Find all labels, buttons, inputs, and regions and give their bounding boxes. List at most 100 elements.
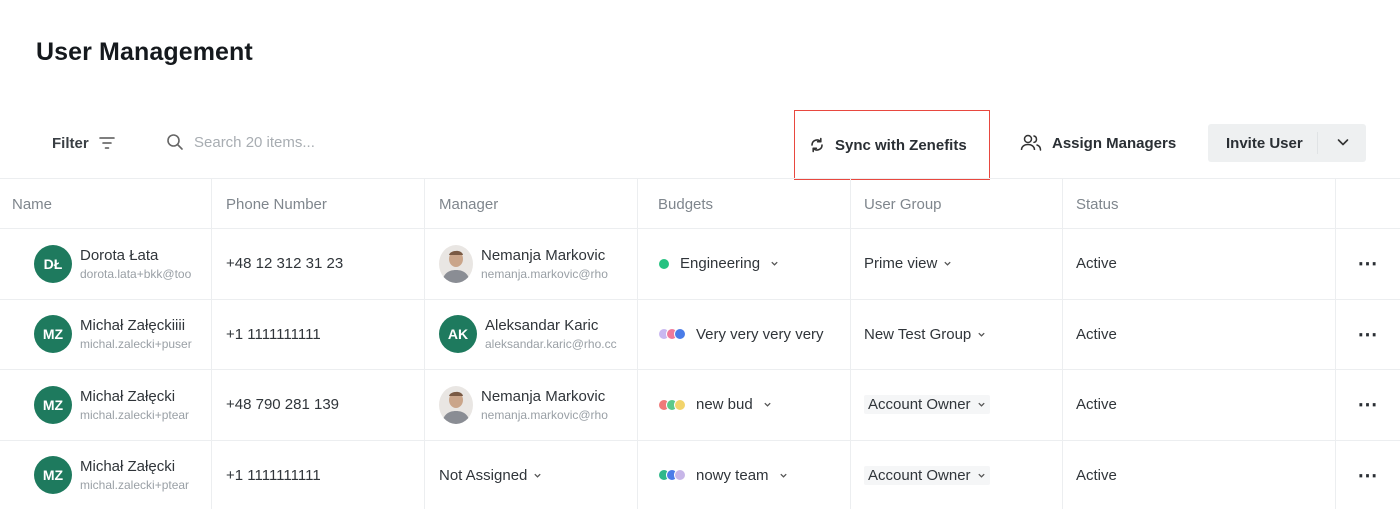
column-name[interactable]: Name (0, 179, 212, 229)
page-title: User Management (36, 38, 253, 66)
table-row[interactable]: MZ Michał Załęcki michal.zalecki+ptear +… (0, 440, 1400, 509)
chevron-down-icon[interactable] (1336, 135, 1350, 149)
column-manager[interactable]: Manager (425, 179, 638, 229)
status-text: Active (1076, 325, 1117, 343)
sync-with-zenefits-button[interactable]: Sync with Zenefits (794, 110, 990, 180)
chevron-down-icon (779, 473, 787, 478)
manager-email: nemanja.markovic@rho (481, 407, 608, 422)
chevron-down-icon (977, 402, 985, 407)
chevron-down-icon (764, 402, 771, 407)
filter-button[interactable]: Filter (52, 130, 115, 156)
sync-icon (811, 137, 823, 153)
name-cell: MZ Michał Załęcki michal.zalecki+ptear (0, 440, 212, 509)
budget-dropdown[interactable]: new bud (658, 396, 772, 413)
manager-cell[interactable]: Nemanja Markovic nemanja.markovic@rho (425, 370, 638, 440)
budget-cell[interactable]: nowy team (638, 440, 851, 509)
manager-name: Nemanja Markovic (481, 246, 606, 264)
table-header: Name Phone Number Manager Budgets User G… (0, 179, 1400, 229)
budget-color-dots (658, 257, 670, 270)
budget-label: Very very very very (696, 325, 824, 343)
actions-cell: ⋯ (1336, 300, 1400, 370)
budget-cell[interactable]: Very very very very (638, 299, 851, 369)
user-name: Michał Załęckiiii (80, 317, 186, 335)
phone-number: +48 790 281 139 (226, 396, 340, 414)
user-info: Michał Załęcki michal.zalecki+ptear (80, 457, 189, 493)
phone-number: +1 1111111111 (226, 466, 321, 484)
invite-user-button[interactable]: Invite User (1208, 124, 1366, 162)
more-icon[interactable]: ⋯ (1358, 392, 1379, 417)
more-icon[interactable]: ⋯ (1358, 322, 1379, 347)
phone-cell: +48 790 281 139 (212, 370, 425, 440)
manager-label: Not Assigned (439, 466, 528, 484)
manager-photo (439, 385, 473, 424)
name-cell: MZ Michał Załęcki michal.zalecki+ptear (0, 370, 212, 440)
user-name: Michał Załęcki (80, 458, 176, 476)
phone-number: +1 1111111111 (226, 325, 321, 343)
budget-color-dots (658, 328, 686, 341)
manager-name: Aleksandar Karic (485, 317, 599, 335)
status-cell: Active (1063, 299, 1336, 369)
manager-dropdown[interactable]: Not Assigned (439, 467, 542, 484)
budget-dropdown[interactable]: Very very very very (658, 326, 824, 343)
user-group-label: Prime view (864, 255, 938, 273)
column-budgets[interactable]: Budgets (638, 179, 851, 229)
actions-cell: ⋯ (1336, 229, 1400, 299)
user-group-cell[interactable]: New Test Group (851, 299, 1063, 369)
user-name: Michał Załęcki (80, 387, 176, 405)
user-group-dropdown[interactable]: Account Owner (864, 465, 990, 485)
chevron-down-icon (944, 261, 952, 266)
manager-cell[interactable]: Not Assigned (425, 440, 638, 509)
status-text: Active (1076, 255, 1117, 273)
chevron-down-icon (978, 332, 985, 337)
user-info: Michał Załęckiiii michal.zalecki+puser (80, 316, 192, 352)
phone-cell: +1 1111111111 (212, 299, 425, 369)
phone-cell: +1 1111111111 (212, 440, 425, 509)
user-email: michal.zalecki+ptear (80, 478, 190, 493)
user-email: dorota.lata+bkk@too (80, 266, 192, 281)
column-user-group[interactable]: User Group (851, 179, 1063, 229)
more-icon[interactable]: ⋯ (1358, 463, 1379, 488)
filter-label: Filter (52, 134, 89, 152)
column-actions (1336, 179, 1400, 229)
actions-cell: ⋯ (1336, 370, 1400, 440)
budget-dropdown[interactable]: nowy team (658, 467, 788, 484)
manager-name: Nemanja Markovic (481, 387, 606, 405)
avatar: MZ (34, 385, 72, 424)
user-email: michal.zalecki+puser (80, 337, 192, 352)
users-icon (1020, 134, 1042, 151)
column-status[interactable]: Status (1063, 179, 1336, 229)
user-info: Michał Załęcki michal.zalecki+ptear (80, 387, 189, 423)
status-cell: Active (1063, 440, 1336, 509)
table-row[interactable]: MZ Michał Załęckiiii michal.zalecki+puse… (0, 299, 1400, 370)
user-group-dropdown[interactable]: Prime view (864, 255, 952, 272)
user-group-cell[interactable]: Account Owner (851, 370, 1063, 440)
table-row[interactable]: DŁ Dorota Łata dorota.lata+bkk@too +48 1… (0, 229, 1400, 300)
budget-label: nowy team (696, 466, 769, 484)
avatar: MZ (34, 456, 72, 495)
manager-info: Nemanja Markovic nemanja.markovic@rho (481, 246, 608, 282)
assign-managers-button[interactable]: Assign Managers (1020, 130, 1176, 156)
manager-cell[interactable]: Nemanja Markovic nemanja.markovic@rho (425, 229, 638, 299)
avatar: DŁ (34, 244, 72, 283)
user-group-cell[interactable]: Account Owner (851, 440, 1063, 509)
chevron-down-icon (771, 261, 778, 266)
manager-cell[interactable]: AK Aleksandar Karic aleksandar.karic@rho… (425, 299, 638, 369)
budget-color-dots (658, 469, 686, 482)
user-group-dropdown[interactable]: New Test Group (864, 326, 986, 343)
chevron-down-icon (534, 473, 542, 478)
search-input[interactable] (194, 133, 514, 151)
users-table: Name Phone Number Manager Budgets User G… (0, 178, 1400, 509)
manager-info: Aleksandar Karic aleksandar.karic@rho.cc (485, 316, 617, 352)
table-row[interactable]: MZ Michał Załęcki michal.zalecki+ptear +… (0, 370, 1400, 441)
more-icon[interactable]: ⋯ (1358, 251, 1379, 276)
manager-photo (439, 244, 473, 283)
status-cell: Active (1063, 229, 1336, 299)
budget-dropdown[interactable]: Engineering (658, 255, 779, 272)
column-phone[interactable]: Phone Number (212, 179, 425, 229)
budget-cell[interactable]: new bud (638, 370, 851, 440)
user-info: Dorota Łata dorota.lata+bkk@too (80, 246, 191, 282)
user-email: michal.zalecki+ptear (80, 407, 190, 422)
user-group-cell[interactable]: Prime view (851, 229, 1063, 299)
budget-cell[interactable]: Engineering (638, 229, 851, 299)
user-group-dropdown[interactable]: Account Owner (864, 395, 990, 415)
